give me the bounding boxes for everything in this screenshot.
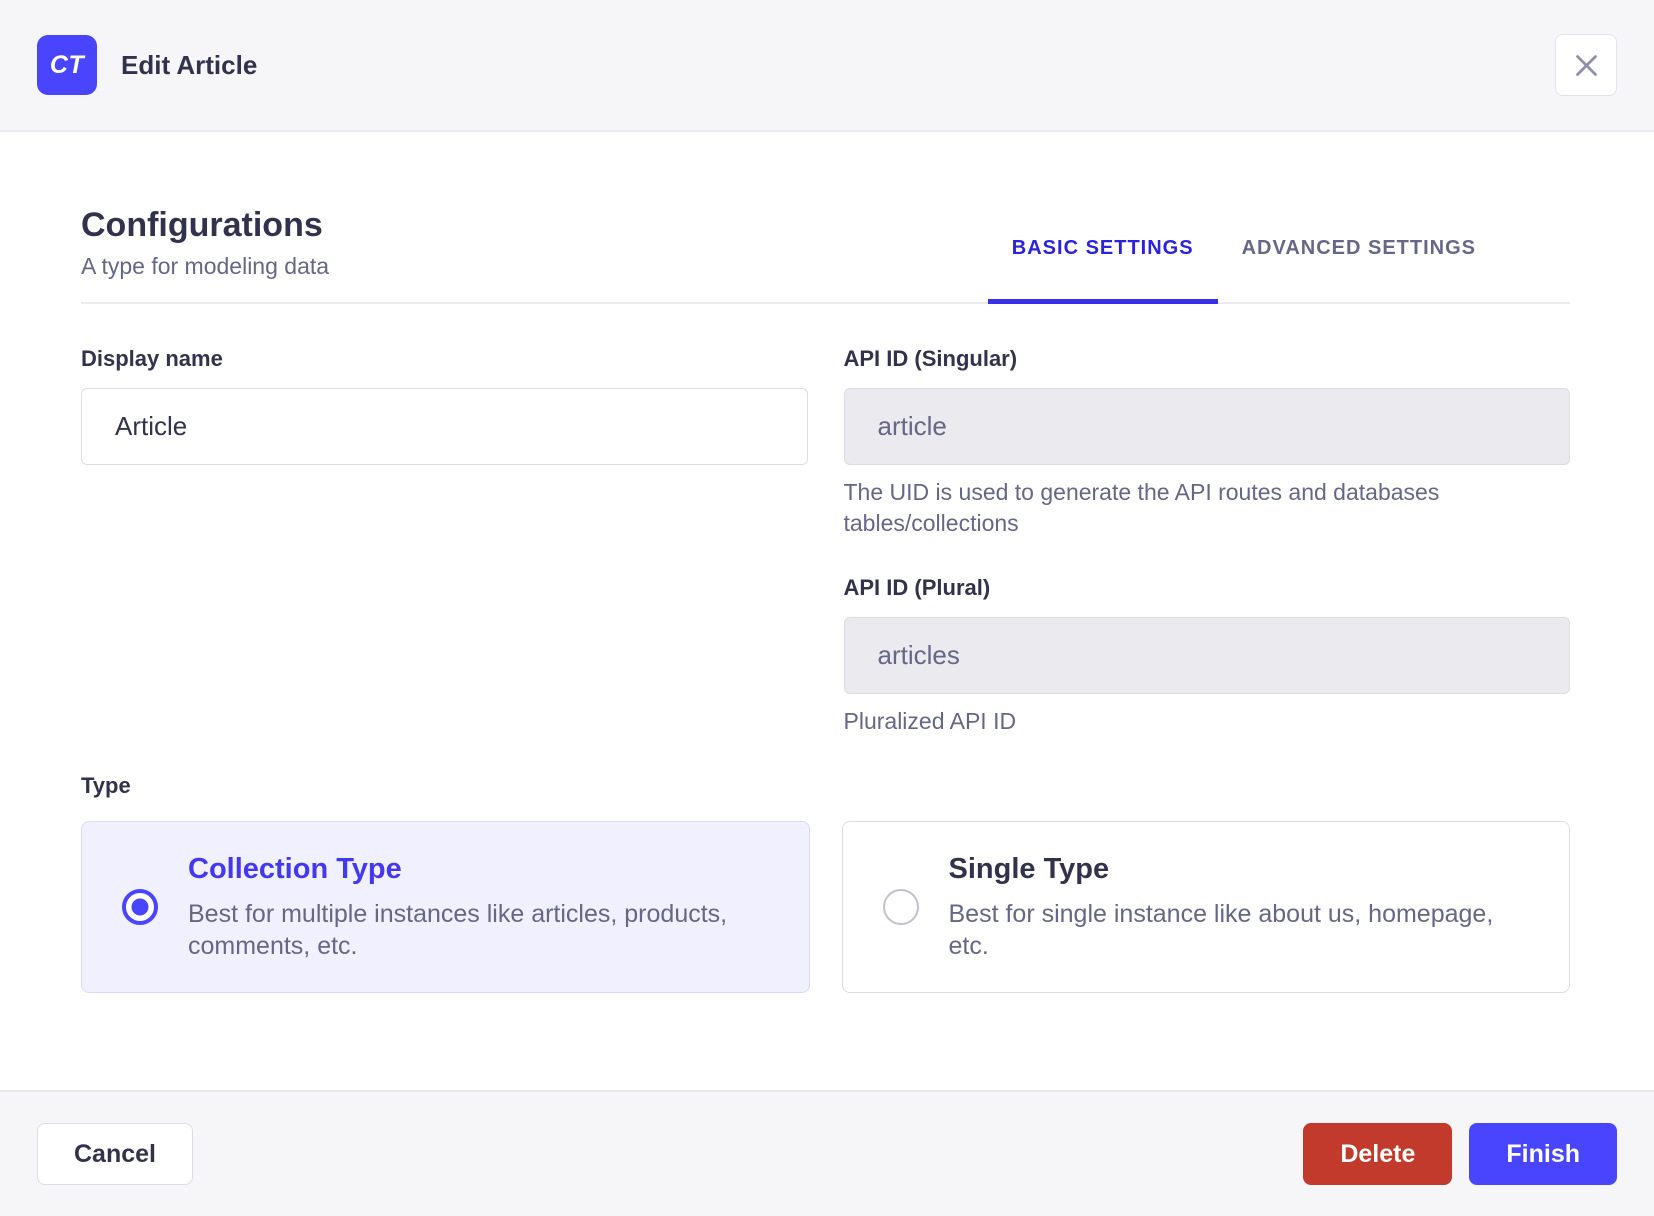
delete-button[interactable]: Delete (1303, 1123, 1453, 1185)
collection-type-radio[interactable] (122, 889, 158, 925)
settings-tabs: BASIC SETTINGS ADVANCED SETTINGS (987, 237, 1500, 304)
page-subtitle: A type for modeling data (81, 253, 330, 279)
type-section: Type Collection Type Best for multiple i… (81, 773, 1570, 993)
collection-type-description: Best for multiple instances like article… (188, 899, 728, 960)
edit-content-type-modal: CT Edit Article Configurations A type fo… (0, 0, 1654, 1216)
single-type-radio[interactable] (882, 889, 919, 925)
api-id-singular-group: API ID (Singular) The UID is used to gen… (843, 346, 1570, 539)
cancel-button[interactable]: Cancel (37, 1123, 193, 1185)
form-right-column: API ID (Singular) The UID is used to gen… (843, 346, 1570, 737)
api-id-singular-input (843, 388, 1570, 465)
single-type-title: Single Type (948, 852, 1110, 885)
collection-type-text: Collection Type Best for multiple instan… (188, 853, 769, 962)
api-id-singular-helper: The UID is used to generate the API rout… (843, 479, 1440, 536)
display-name-input[interactable] (81, 388, 808, 465)
finish-button[interactable]: Finish (1469, 1123, 1617, 1185)
api-id-plural-group: API ID (Plural) Pluralized API ID (843, 575, 1570, 737)
modal-footer: Cancel Delete Finish (0, 1090, 1654, 1216)
type-cards: Collection Type Best for multiple instan… (81, 821, 1570, 993)
content-type-badge: CT (37, 35, 97, 95)
tab-advanced-settings[interactable]: ADVANCED SETTINGS (1218, 237, 1500, 302)
footer-actions: Delete Finish (1303, 1123, 1617, 1185)
configuration-form: Display name API ID (Singular) The UID i… (81, 346, 1570, 737)
close-icon (1575, 54, 1597, 76)
config-header: Configurations A type for modeling data … (81, 205, 1570, 304)
display-name-label: Display name (81, 346, 223, 371)
collection-type-title: Collection Type (188, 852, 402, 885)
single-type-text: Single Type Best for single instance lik… (949, 853, 1530, 962)
content-type-badge-label: CT (49, 50, 85, 79)
display-name-group: Display name (81, 346, 808, 465)
collection-type-card[interactable]: Collection Type Best for multiple instan… (81, 821, 810, 993)
type-label: Type (81, 773, 131, 798)
api-id-plural-input (843, 617, 1570, 694)
config-titles: Configurations A type for modeling data (81, 205, 329, 302)
page-title: Configurations (81, 206, 323, 244)
api-id-singular-label: API ID (Singular) (843, 346, 1018, 371)
single-type-description: Best for single instance like about us, … (948, 899, 1494, 960)
tab-basic-settings[interactable]: BASIC SETTINGS (987, 237, 1218, 304)
close-button[interactable] (1555, 34, 1617, 96)
form-left-column: Display name (81, 346, 808, 737)
modal-body: Configurations A type for modeling data … (0, 132, 1654, 1090)
modal-header: CT Edit Article (0, 0, 1654, 132)
api-id-plural-helper: Pluralized API ID (843, 708, 1017, 734)
single-type-card[interactable]: Single Type Best for single instance lik… (841, 821, 1570, 993)
api-id-plural-label: API ID (Plural) (843, 575, 991, 600)
modal-title: Edit Article (121, 49, 258, 80)
